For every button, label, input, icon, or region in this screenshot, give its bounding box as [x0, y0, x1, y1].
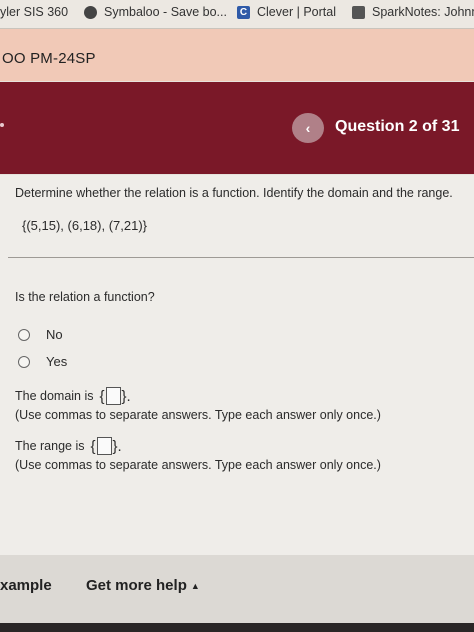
- question-counter[interactable]: Question 2 of 31: [335, 118, 459, 136]
- domain-open-brace: {: [99, 387, 105, 405]
- range-hint: (Use commas to separate answers. Type ea…: [15, 458, 381, 472]
- option-no[interactable]: No: [18, 327, 63, 342]
- bottom-edge-bar: [0, 623, 474, 632]
- bookmark-sis[interactable]: yler SIS 360: [0, 5, 68, 19]
- view-example-link[interactable]: xample: [0, 577, 52, 594]
- bookmark-label: SparkNotes: Johnn: [372, 5, 474, 19]
- domain-answer-box[interactable]: [105, 387, 121, 405]
- radio-no[interactable]: [18, 328, 30, 341]
- domain-close-brace: }.: [121, 387, 131, 405]
- function-subquestion: Is the relation a function?: [15, 290, 155, 304]
- range-open-brace: {: [90, 437, 96, 455]
- question-content: Determine whether the relation is a func…: [0, 175, 474, 555]
- domain-line: The domain is { }.: [15, 387, 131, 405]
- option-yes[interactable]: Yes: [18, 354, 67, 369]
- previous-question-button[interactable]: ‹: [292, 113, 324, 143]
- bookmark-label: yler SIS 360: [0, 5, 69, 19]
- domain-hint: (Use commas to separate answers. Type ea…: [15, 408, 381, 422]
- radio-yes[interactable]: [18, 355, 30, 368]
- symbaloo-icon: [84, 5, 97, 19]
- relation-set: {(5,15), (6,18), (7,21)}: [22, 218, 148, 233]
- bookmark-label: Clever | Portal: [257, 5, 336, 19]
- divider: [8, 257, 474, 258]
- footer-bar: xample Get more help ▲: [0, 555, 474, 623]
- menu-dot-icon: [0, 123, 4, 127]
- course-title: OO PM-24SP: [2, 50, 96, 67]
- domain-label: The domain is: [15, 389, 94, 403]
- range-label: The range is: [15, 439, 85, 453]
- option-label: Yes: [46, 354, 68, 369]
- caret-up-icon: ▲: [190, 581, 200, 592]
- range-close-brace: }.: [112, 437, 122, 455]
- range-line: The range is { }.: [15, 437, 122, 455]
- clever-icon: C: [237, 5, 250, 19]
- bookmark-label: Symbaloo - Save bo...: [104, 5, 227, 19]
- question-prompt: Determine whether the relation is a func…: [15, 186, 453, 200]
- bookmark-sparknotes[interactable]: SparkNotes: Johnn: [352, 5, 474, 19]
- get-more-help-button[interactable]: Get more help ▲: [86, 577, 200, 594]
- range-answer-box[interactable]: [96, 437, 112, 455]
- bookmark-symbaloo[interactable]: Symbaloo - Save bo...: [84, 5, 227, 19]
- option-label: No: [46, 327, 63, 342]
- sparknotes-icon: [352, 5, 365, 19]
- course-strip: OO PM-24SP: [0, 29, 474, 81]
- bookmarks-bar: yler SIS 360 Symbaloo - Save bo... C Cle…: [0, 0, 474, 29]
- bookmark-clever[interactable]: C Clever | Portal: [237, 5, 336, 19]
- help-label: Get more help: [86, 577, 187, 594]
